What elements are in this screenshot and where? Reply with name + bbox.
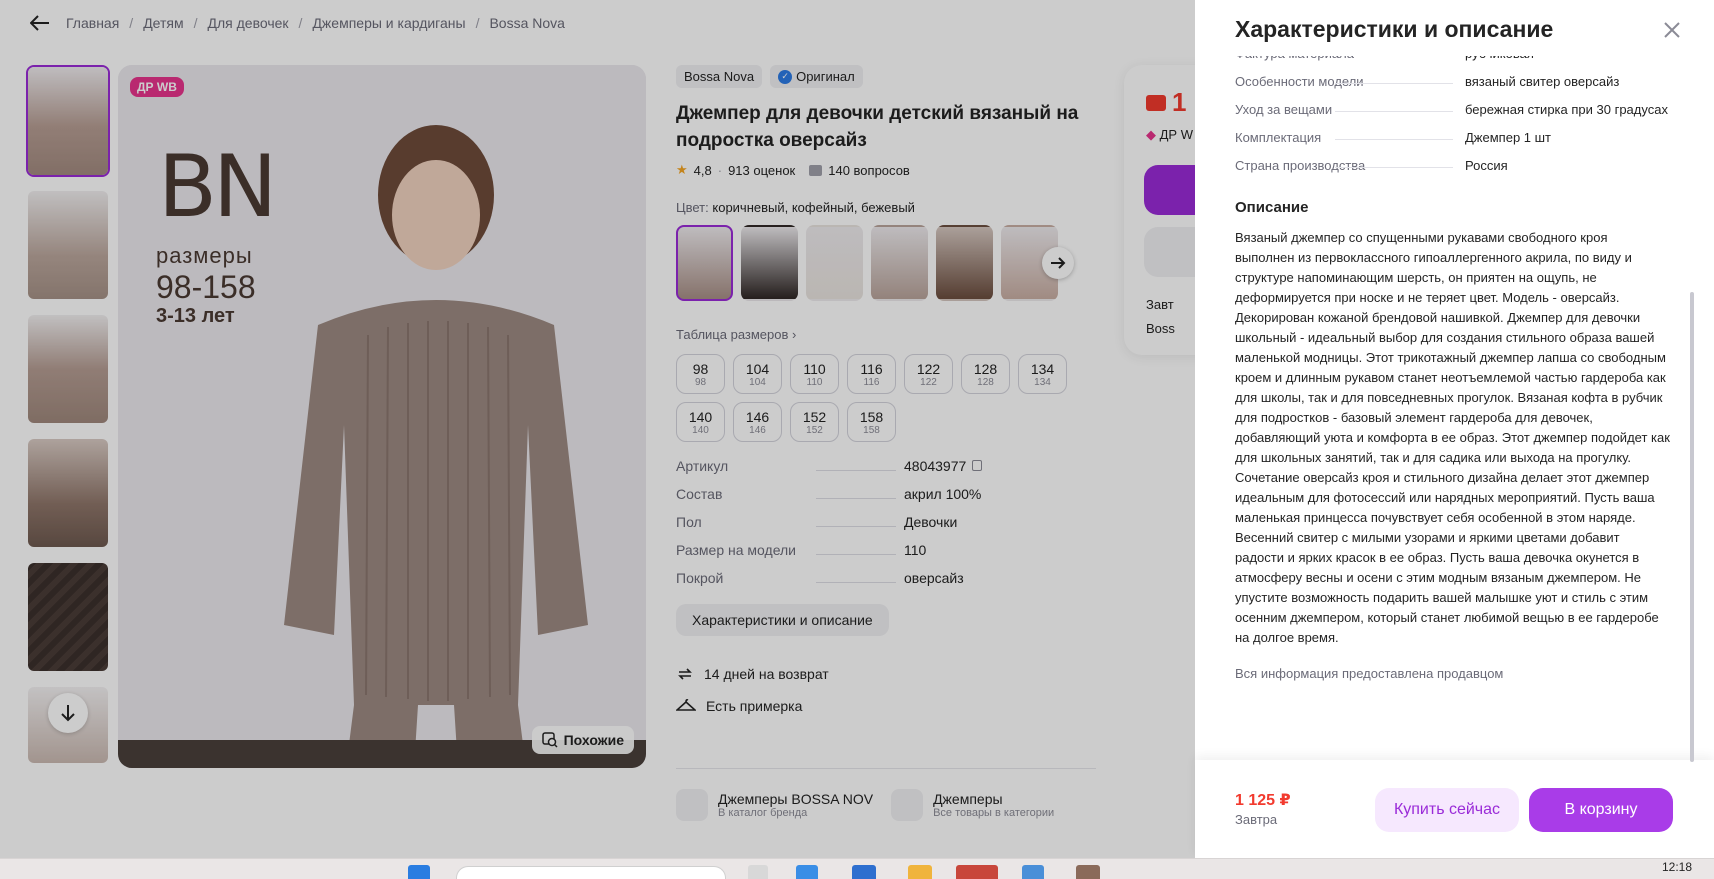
characteristic-row: Страна производства Россия (1235, 156, 1685, 175)
add-to-cart-button[interactable]: В корзину (1529, 788, 1673, 832)
characteristic-row: Фактура материала рубчиковая (1235, 56, 1685, 63)
characteristic-leader (1335, 100, 1453, 112)
characteristic-value: Россия (1465, 158, 1508, 173)
taskbar-app-icon[interactable] (1076, 865, 1100, 879)
close-button[interactable] (1660, 18, 1684, 42)
taskbar-clock: 12:18 (1661, 860, 1692, 874)
characteristic-value: бережная стирка при 30 градусах (1465, 102, 1668, 117)
taskbar-app-icon[interactable] (796, 865, 818, 879)
taskbar-app-icon[interactable] (748, 865, 768, 879)
panel-footer: 1 125 ₽ Завтра Купить сейчас В корзину (1195, 760, 1714, 858)
taskbar-app-icon[interactable] (852, 865, 876, 879)
characteristic-row: Особенности модели вязаный свитер оверсай… (1235, 72, 1685, 91)
taskbar-app-icon[interactable] (908, 865, 932, 879)
taskbar-app-icon[interactable] (1022, 865, 1044, 879)
characteristic-leader (1335, 72, 1453, 84)
buy-now-button[interactable]: Купить сейчас (1375, 788, 1519, 832)
characteristic-value: рубчиковая (1465, 56, 1675, 63)
panel-scrollbar[interactable] (1690, 292, 1694, 762)
start-icon[interactable] (408, 865, 430, 879)
modal-backdrop[interactable] (0, 0, 1195, 858)
characteristic-key: Страна производства (1235, 158, 1366, 173)
characteristic-key: Комплектация (1235, 130, 1322, 145)
characteristic-value: Джемпер 1 шт (1465, 130, 1552, 145)
characteristic-row: Уход за вещами бережная стирка при 30 гра… (1235, 100, 1685, 119)
close-icon (1664, 22, 1680, 38)
seller-note: Вся информация предоставлена продавцом (1235, 666, 1504, 681)
characteristic-leader (1335, 156, 1453, 168)
characteristic-row: Комплектация Джемпер 1 шт (1235, 128, 1685, 147)
characteristic-value: вязаный свитер оверсайз (1465, 74, 1620, 89)
characteristic-key: Уход за вещами (1235, 102, 1333, 117)
characteristics-panel: Характеристики и описание Фактура матери… (1195, 0, 1714, 858)
characteristic-key: Фактура материала (1235, 56, 1354, 63)
taskbar: 12:18 (0, 858, 1714, 879)
description-title: Описание (1235, 199, 1309, 216)
characteristic-leader (1335, 128, 1453, 140)
footer-delivery: Завтра (1235, 812, 1278, 827)
description-text: Вязаный джемпер со спущенными рукавами с… (1235, 230, 1670, 645)
characteristics-list: Фактура материала рубчиковая Особенности м… (1235, 56, 1685, 175)
panel-title: Характеристики и описание (1235, 16, 1554, 42)
panel-scroll-area[interactable]: Фактура материала рубчиковая Особенности м… (1235, 56, 1685, 760)
characteristic-key: Особенности модели (1235, 74, 1364, 89)
footer-price: 1 125 ₽ (1235, 792, 1291, 809)
taskbar-search[interactable] (456, 866, 726, 879)
taskbar-app-icon[interactable] (956, 865, 998, 879)
